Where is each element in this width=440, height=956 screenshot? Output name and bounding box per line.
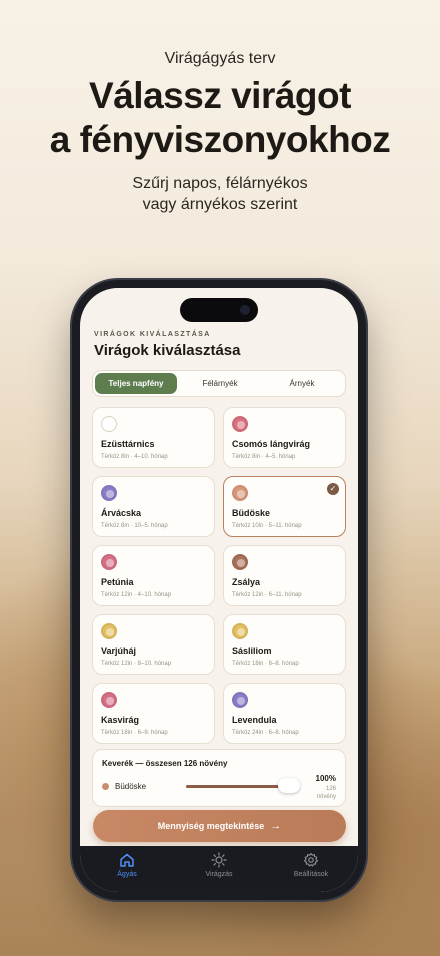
flower-card[interactable]: Zsálya Térköz 12in · 6–11. hónap [223,545,346,606]
flower-color-dot [232,416,248,432]
hero-subtitle-line-1: Szűrj napos, félárnyékos [132,175,308,192]
flower-color-dot [101,692,117,708]
mix-item-percent: 100% [315,774,336,783]
mix-summary-card: Keverék — összesen 126 növény Büdöske 10… [92,749,346,807]
flower-color-dot [101,416,117,432]
mix-title: Keverék — összesen 126 növény [102,759,228,768]
camera-icon [240,305,250,315]
flower-card[interactable]: Árvácska Térköz 8in · 10–5. hónap [92,476,215,537]
flower-meta: Térköz 12in · 6–11. hónap [232,592,302,598]
flower-meta: Térköz 12in · 8–10. hónap [101,661,172,667]
phone-frame: VIRÁGOK KIVÁLASZTÁSA Virágok kiválasztás… [72,280,366,900]
flower-color-dot [232,692,248,708]
flower-meta: Térköz 10in · 5–11. hónap [232,523,302,529]
flower-name: Sásliliom [232,646,272,656]
mix-item-color-dot [102,783,109,790]
filter-shade[interactable]: Árnyék [261,373,343,394]
flower-name: Petúnia [101,577,134,587]
hero-subtitle: Szűrj napos, félárnyékos vagy árnyékos s… [0,173,440,215]
hero-subtitle-line-2: vagy árnyékos szerint [142,196,298,213]
filter-full-sun[interactable]: Teljes napfény [95,373,177,394]
flower-name: Ezüsttárnics [101,439,155,449]
flower-card[interactable]: Levendula Térköz 24in · 6–8. hónap [223,683,346,744]
flower-meta: Térköz 8in · 4–5. hónap [232,454,296,460]
tab-bloom-label: Virágzás [205,871,233,878]
flower-meta: Térköz 12in · 4–10. hónap [101,592,172,598]
arrow-right-icon: → [270,820,282,832]
flower-name: Levendula [232,715,277,725]
flower-color-dot [232,623,248,639]
mix-item-count: 126 növény [316,786,336,800]
flower-meta: Térköz 24in · 6–8. hónap [232,730,299,736]
view-quantity-label: Mennyiség megtekintése [157,821,265,831]
flower-color-dot [101,554,117,570]
mix-item-name: Büdöske [115,782,147,791]
tab-bloom[interactable]: Virágzás [174,852,264,878]
flower-card[interactable]: Varjúháj Térköz 12in · 8–10. hónap [92,614,215,675]
flower-name: Kasvirág [101,715,140,725]
light-filter-segmented-control: Teljes napfény Félárnyék Árnyék [92,370,346,397]
flower-name: Zsálya [232,577,261,587]
flower-card[interactable]: Csomós lángvirág Térköz 8in · 4–5. hónap [223,407,346,468]
flower-color-dot [101,485,117,501]
app-screen: VIRÁGOK KIVÁLASZTÁSA Virágok kiválasztás… [80,288,358,892]
home-icon [120,853,134,867]
bottom-tab-bar: Ágyás Virágzás Beállítások [80,846,358,892]
section-eyebrow: VIRÁGOK KIVÁLASZTÁSA [94,331,211,338]
flower-meta: Térköz 18in · 6–9. hónap [101,730,168,736]
mix-ratio-slider-handle[interactable] [278,778,300,793]
tab-bed[interactable]: Ágyás [82,852,172,878]
hero-kicker: Virágágyás terv [164,50,276,67]
flower-color-dot [232,485,248,501]
flower-card[interactable]: Kasvirág Térköz 18in · 6–9. hónap [92,683,215,744]
flower-card[interactable]: Ezüsttárnics Térköz 8in · 4–10. hónap [92,407,215,468]
flower-meta: Térköz 18in · 6–8. hónap [232,661,299,667]
filter-partial-shade[interactable]: Félárnyék [179,373,261,394]
flower-meta: Térköz 8in · 4–10. hónap [101,454,168,460]
flower-name: Csomós lángvirág [232,439,311,449]
tab-settings[interactable]: Beállítások [266,852,356,878]
checkmark-icon: ✓ [327,483,339,495]
hero-title-line-1: Válassz virágot [89,75,351,116]
page-title: Virágok kiválasztása [94,342,241,359]
gear-icon [303,852,319,867]
flower-name: Árvácska [101,508,142,518]
hero-title-line-2: a fényviszonyokhoz [49,119,391,160]
flower-meta: Térköz 8in · 10–5. hónap [101,523,168,529]
view-quantity-button[interactable]: Mennyiség megtekintése → [93,810,346,842]
sun-icon [211,852,227,868]
flower-card[interactable]: Petúnia Térköz 12in · 4–10. hónap [92,545,215,606]
tab-bed-label: Ágyás [117,871,137,878]
flower-name: Büdöske [232,508,271,518]
flower-card[interactable]: Sásliliom Térköz 18in · 6–8. hónap [223,614,346,675]
dynamic-island [180,298,258,322]
flower-color-dot [232,554,248,570]
flower-name: Varjúháj [101,646,137,656]
hero-title: Válassz virágot a fényviszonyokhoz [0,74,440,162]
flower-color-dot [101,623,117,639]
tab-settings-label: Beállítások [293,871,329,878]
flower-card[interactable]: Büdöske Térköz 10in · 5–11. hónap ✓ [223,476,346,537]
